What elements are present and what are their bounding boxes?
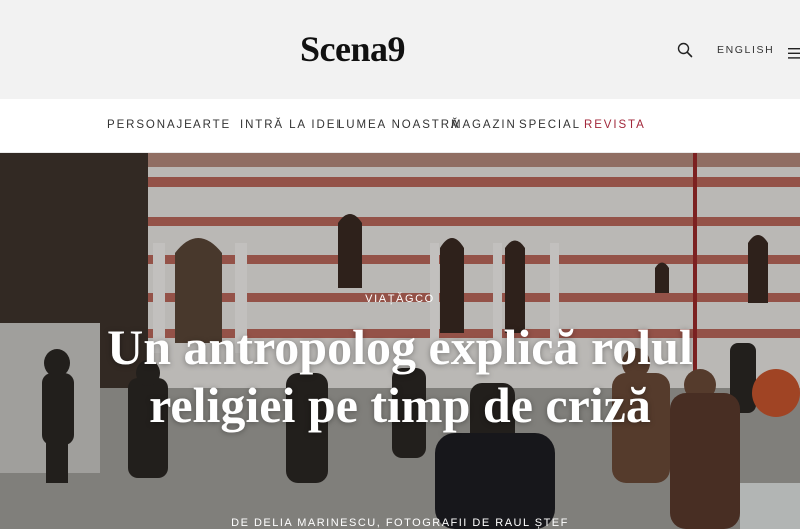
nav-item-personaje[interactable]: PERSONAJE — [107, 119, 194, 131]
nav-item-intra-la-idei[interactable]: INTRĂ LA IDEI — [240, 119, 341, 131]
hero-article[interactable]: VIAȚĂGCO Un antropolog explică rolul rel… — [0, 153, 800, 529]
article-headline[interactable]: Un antropolog explică rolul religiei pe … — [60, 318, 740, 434]
nav-item-magazin[interactable]: MAGAZIN — [451, 119, 517, 131]
site-logo[interactable]: Scena9 — [300, 28, 406, 70]
nav-item-special[interactable]: SPECIAL — [519, 119, 581, 131]
site-header: Scena9 ENGLISH — [0, 0, 800, 99]
article-category[interactable]: VIAȚĂGCO — [0, 293, 800, 305]
nav-item-revista[interactable]: REVISTA — [584, 119, 646, 131]
nav-item-lumea-noastra[interactable]: LUMEA NOASTRĂ — [338, 119, 460, 131]
search-icon[interactable] — [677, 42, 693, 58]
nav-item-arte[interactable]: ARTE — [193, 119, 231, 131]
main-nav: PERSONAJE ARTE INTRĂ LA IDEI LUMEA NOAST… — [0, 99, 800, 153]
article-byline: DE DELIA MARINESCU, FOTOGRAFII DE RAUL Ș… — [231, 517, 569, 529]
hamburger-menu-icon[interactable] — [788, 44, 800, 59]
language-switch-link[interactable]: ENGLISH — [717, 44, 774, 56]
